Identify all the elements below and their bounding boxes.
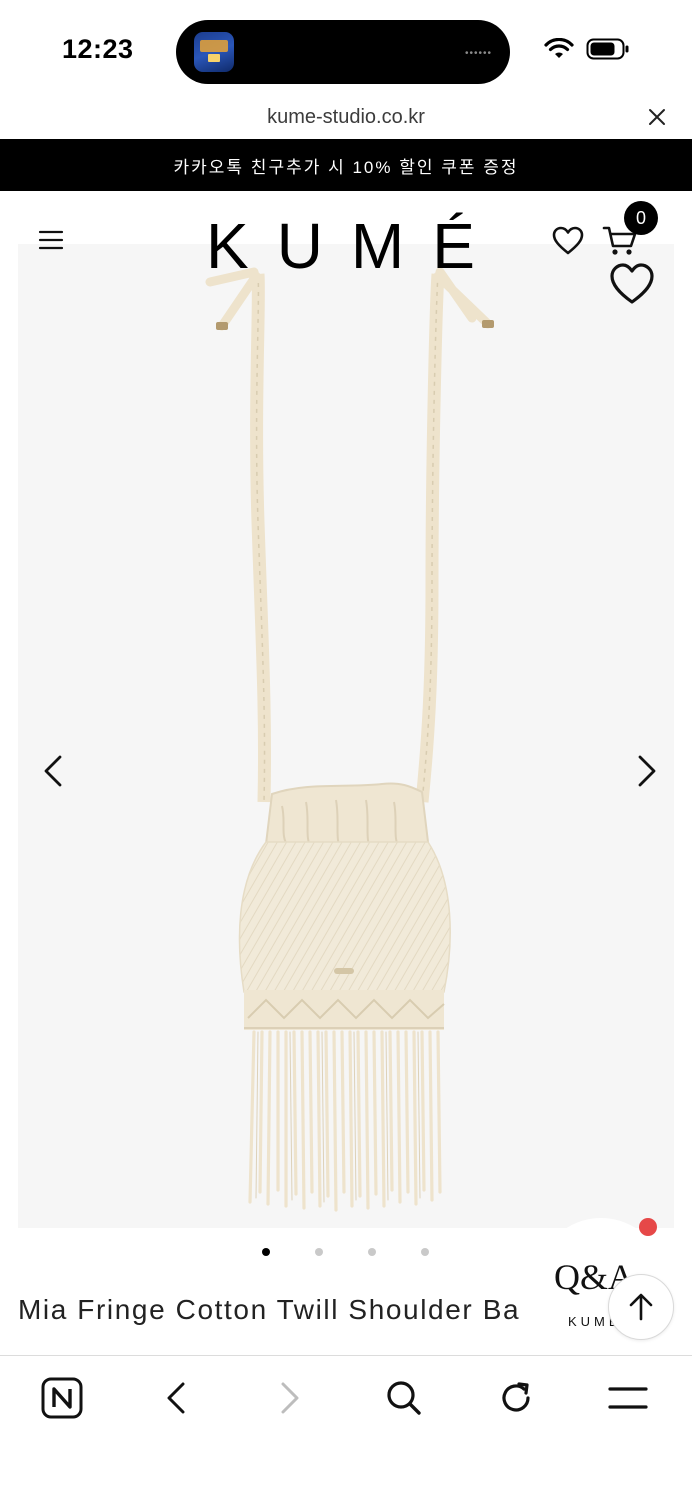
refresh-button[interactable] xyxy=(494,1376,538,1420)
status-icons xyxy=(544,38,630,60)
forward-button[interactable] xyxy=(268,1376,312,1420)
wishlist-heart-icon[interactable] xyxy=(552,226,584,256)
pagination-dot-1[interactable] xyxy=(262,1248,270,1256)
promo-banner[interactable]: 카카오톡 친구추가 시 10% 할인 쿠폰 증정 xyxy=(0,139,692,191)
back-chevron-icon xyxy=(167,1382,185,1414)
browser-toolbar xyxy=(0,1355,692,1500)
chevron-right-icon[interactable] xyxy=(634,754,660,788)
battery-icon xyxy=(586,38,629,60)
product-like-heart-icon[interactable] xyxy=(609,262,655,306)
scroll-to-top-button[interactable] xyxy=(608,1274,674,1340)
pagination-dot-4[interactable] xyxy=(421,1248,429,1256)
live-activity-app-icon xyxy=(194,32,234,72)
product-title: Mia Fringe Cotton Twill Shoulder Ba xyxy=(18,1294,521,1325)
arrow-up-icon xyxy=(629,1293,653,1321)
chevron-left-icon[interactable] xyxy=(40,754,66,788)
status-bar: 12:23 •••••• xyxy=(0,0,692,100)
dynamic-island[interactable]: •••••• xyxy=(176,20,510,84)
notification-dot xyxy=(639,1218,657,1236)
promo-text: 카카오톡 친구추가 시 10% 할인 쿠폰 증정 xyxy=(173,157,519,177)
product-image xyxy=(205,267,494,1212)
url-text[interactable]: kume-studio.co.kr xyxy=(0,106,692,129)
menu-lines-icon xyxy=(608,1387,648,1409)
refresh-icon xyxy=(502,1382,530,1412)
status-time: 12:23 xyxy=(62,34,134,64)
hamburger-menu-icon[interactable] xyxy=(38,229,64,251)
pagination-dot-2[interactable] xyxy=(315,1248,323,1256)
cart-count-badge: 0 xyxy=(624,201,658,235)
brand-logo[interactable]: KUMÉ xyxy=(206,214,503,278)
naver-n-icon xyxy=(41,1377,83,1419)
gallery-pagination xyxy=(262,1248,429,1256)
back-button[interactable] xyxy=(154,1376,198,1420)
wifi-icon xyxy=(544,38,574,58)
island-indicator-icon: •••••• xyxy=(464,48,492,59)
search-icon xyxy=(387,1381,421,1415)
url-bar[interactable]: kume-studio.co.kr xyxy=(0,100,692,138)
menu-button[interactable] xyxy=(606,1376,650,1420)
pagination-dot-3[interactable] xyxy=(368,1248,376,1256)
search-button[interactable] xyxy=(382,1376,426,1420)
naver-home-button[interactable] xyxy=(40,1376,84,1420)
forward-chevron-icon xyxy=(281,1382,299,1414)
close-icon[interactable] xyxy=(646,106,668,128)
